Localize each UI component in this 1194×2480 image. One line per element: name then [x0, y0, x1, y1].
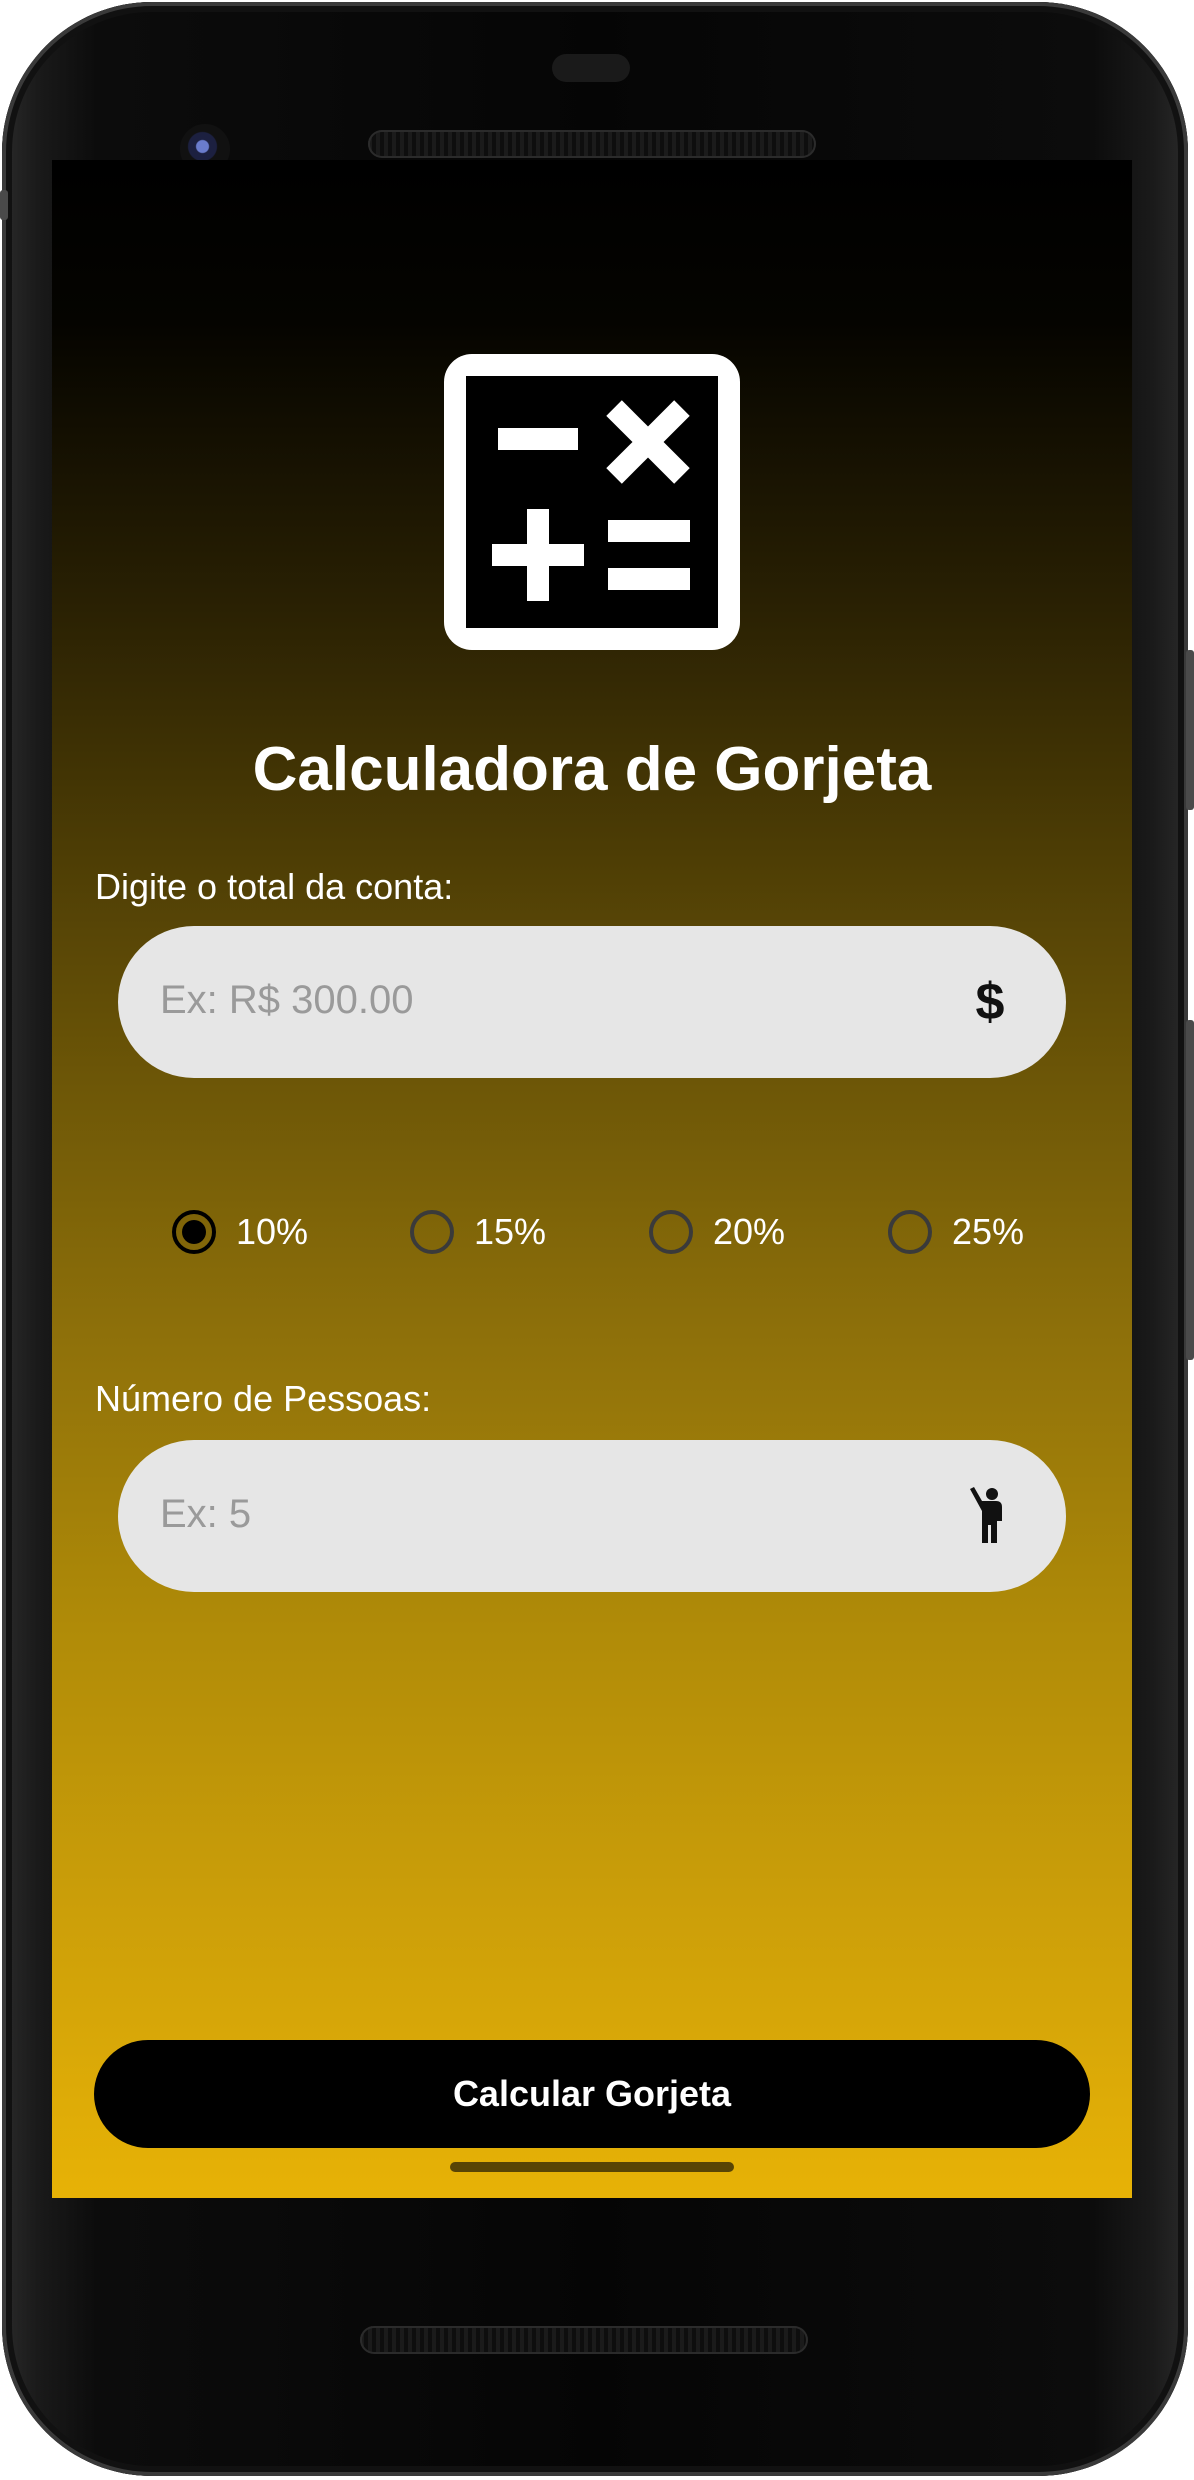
tip-option-label: 20% — [713, 1211, 786, 1252]
radio-button[interactable] — [888, 1210, 932, 1254]
home-indicator[interactable] — [450, 2162, 734, 2172]
tip-option-20[interactable]: 20% — [649, 1202, 785, 1262]
top-speaker-grille — [368, 130, 816, 158]
tip-percentage-group: 10% 15% 20% 25% — [52, 1202, 1132, 1262]
tip-option-label: 15% — [474, 1211, 547, 1252]
radio-button[interactable] — [410, 1210, 454, 1254]
frame-notch-left — [0, 190, 8, 220]
tip-option-25[interactable]: 25% — [888, 1202, 1024, 1262]
page-title: Calculadora de Gorjeta — [252, 735, 932, 804]
volume-button — [1186, 1020, 1194, 1360]
people-count-input[interactable]: Ex: 5 — [118, 1440, 1066, 1592]
calculator-icon — [444, 354, 740, 650]
radio-button[interactable] — [172, 1210, 216, 1254]
radio-button[interactable] — [649, 1210, 693, 1254]
bill-placeholder: Ex: R$ 300.00 — [160, 978, 414, 1022]
calculate-tip-button[interactable]: Calcular Gorjeta — [94, 2040, 1090, 2148]
bottom-speaker-grille — [360, 2326, 808, 2354]
power-button — [1186, 650, 1194, 810]
tip-option-10[interactable]: 10% — [172, 1202, 308, 1262]
tip-option-label: 25% — [952, 1211, 1025, 1252]
tip-option-label: 10% — [236, 1211, 309, 1252]
people-label: Número de Pessoas: — [95, 1378, 432, 1419]
people-placeholder: Ex: 5 — [160, 1492, 252, 1536]
tip-option-15[interactable]: 15% — [410, 1202, 546, 1262]
bill-amount-input[interactable]: Ex: R$ 300.00 $ — [118, 926, 1066, 1078]
person-icon — [962, 1486, 1018, 1546]
radio-selected-dot — [182, 1220, 206, 1244]
bill-label: Digite o total da conta: — [95, 866, 454, 907]
app-screen: Calculadora de Gorjeta Digite o total da… — [52, 160, 1132, 2198]
dollar-icon: $ — [975, 973, 1005, 1031]
phone-device: Calculadora de Gorjeta Digite o total da… — [0, 0, 1194, 2480]
earpiece — [552, 54, 630, 82]
